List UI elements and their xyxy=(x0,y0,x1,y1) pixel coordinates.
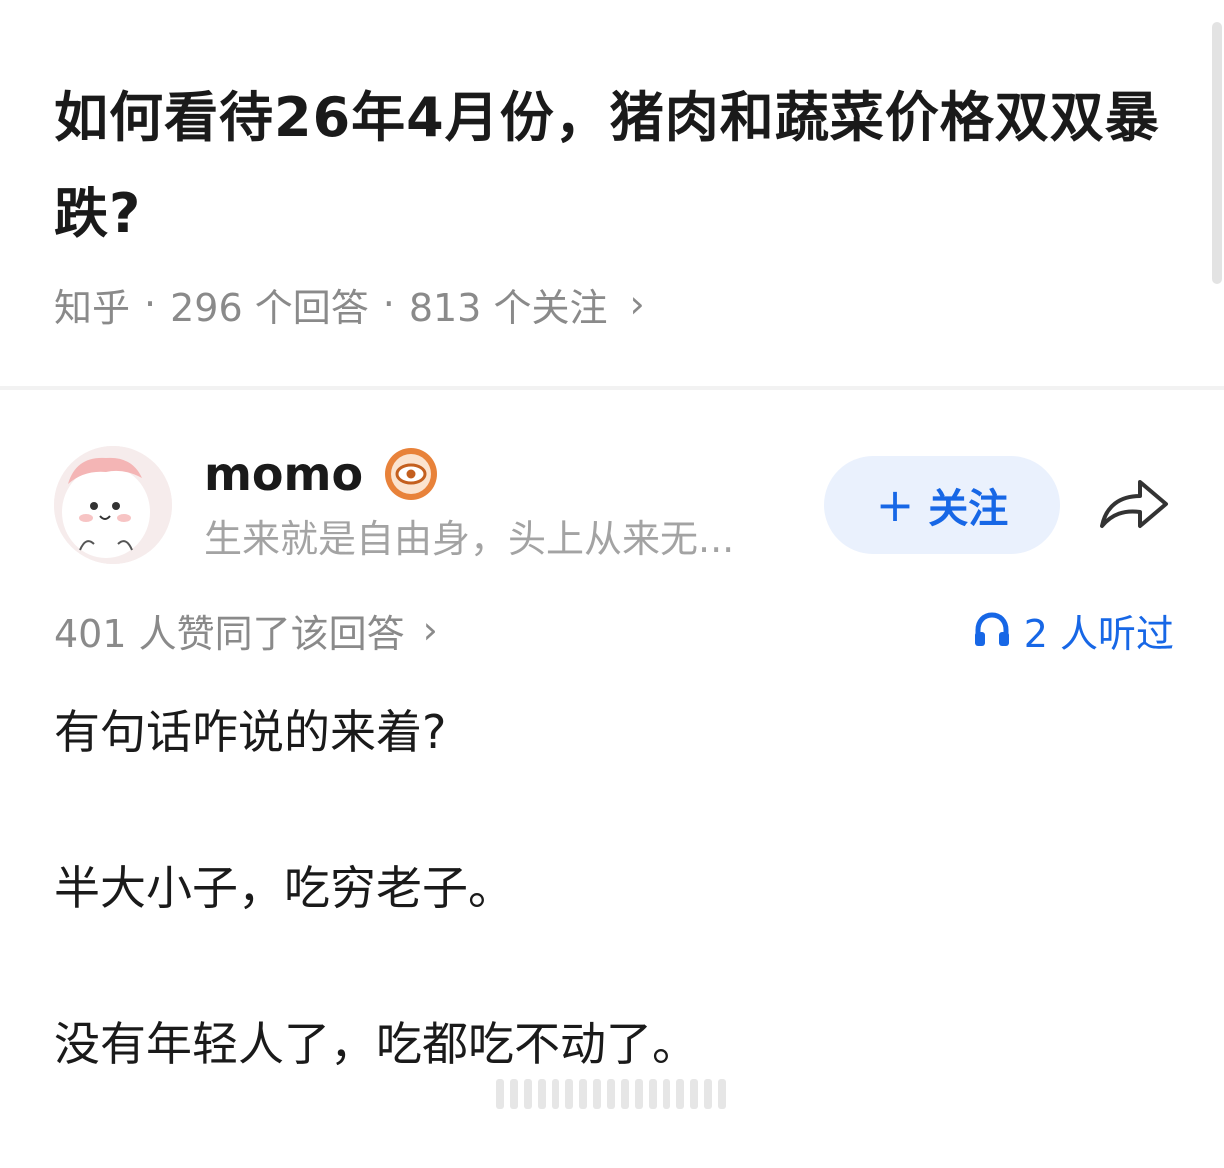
answer-paragraph: 半大小子，吃穷老子。 xyxy=(54,861,514,915)
follow-button[interactable]: + 关注 xyxy=(824,456,1060,554)
answer-stats-row: 401 人赞同了该回答 › 2 人听过 xyxy=(54,604,1174,656)
upvote-count: 401 人赞同了该回答 xyxy=(54,611,405,656)
avatar[interactable] xyxy=(54,446,172,564)
chevron-right-icon: › xyxy=(629,282,645,326)
author-bio: 生来就是自由身，头上从来无... xyxy=(204,517,735,561)
upvote-summary[interactable]: 401 人赞同了该回答 › xyxy=(54,604,438,656)
follower-count: 813 个关注 xyxy=(408,285,608,330)
meta-separator: · xyxy=(144,282,157,326)
author-row: momo 生来就是自由身，头上从来无... + 关注 xyxy=(54,446,1174,566)
chevron-right-icon: › xyxy=(422,608,438,652)
question-header: 如何看待26年4月份，猪肉和蔬菜价格双双暴跌? xyxy=(54,70,1174,262)
share-icon[interactable] xyxy=(1096,470,1170,534)
answer-count: 296 个回答 xyxy=(170,285,369,330)
eye-badge-icon xyxy=(383,446,439,502)
question-meta[interactable]: 知乎 · 296 个回答 · 813 个关注 › xyxy=(54,278,645,330)
answer-paragraph: 没有年轻人了，吃都吃不动了。 xyxy=(54,1017,698,1071)
section-divider xyxy=(0,386,1224,390)
listen-count[interactable]: 2 人听过 xyxy=(972,604,1174,656)
watermark xyxy=(496,1074,732,1114)
answer-paragraph: 有句话咋说的来着? xyxy=(54,705,447,759)
headphones-icon xyxy=(974,612,1009,646)
avatar-image xyxy=(54,446,172,564)
listen-count-label: 2 人听过 xyxy=(1023,611,1174,656)
plus-icon: + xyxy=(875,478,915,532)
scrollbar[interactable] xyxy=(1212,22,1222,284)
source-label: 知乎 xyxy=(54,285,131,330)
follow-label: 关注 xyxy=(928,486,1009,532)
author-name[interactable]: momo xyxy=(204,447,363,501)
author-name-row[interactable]: momo xyxy=(204,446,439,502)
meta-separator: · xyxy=(382,282,395,326)
question-title[interactable]: 如何看待26年4月份，猪肉和蔬菜价格双双暴跌? xyxy=(54,70,1174,262)
